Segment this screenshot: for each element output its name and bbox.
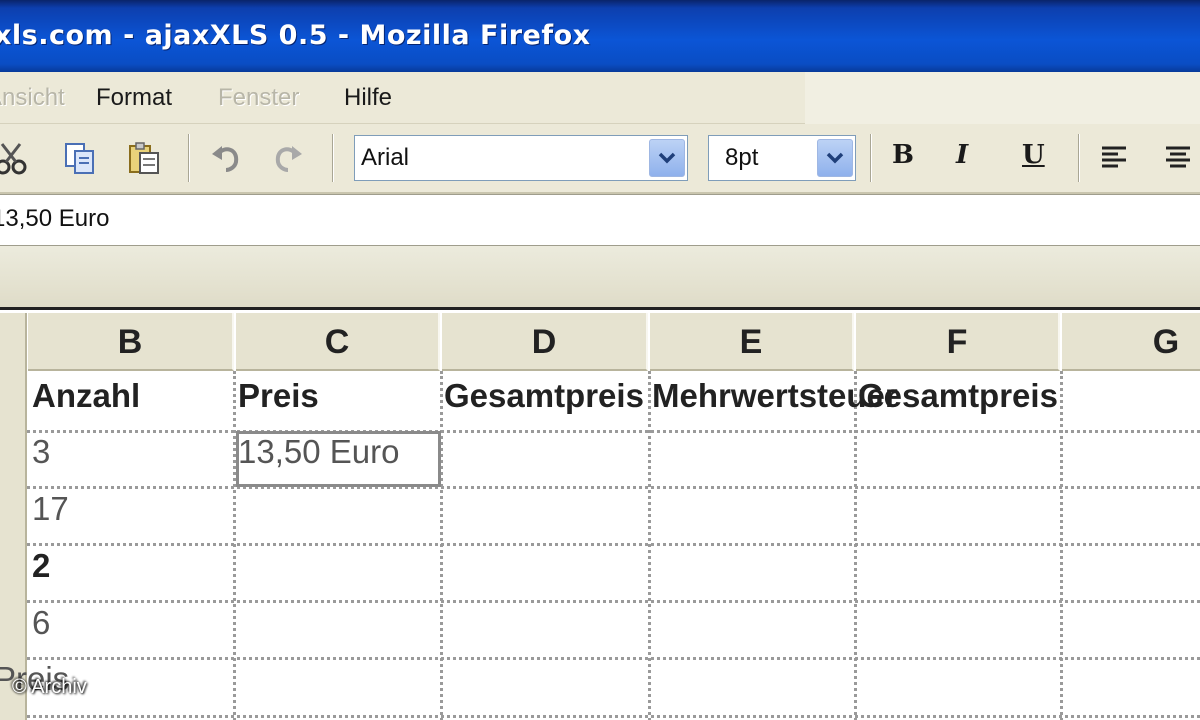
copy-button[interactable]: [60, 138, 100, 178]
align-center-button[interactable]: [1158, 138, 1198, 178]
toolbar-separator: [332, 134, 334, 182]
grid-line: [27, 715, 1200, 718]
align-left-button[interactable]: [1094, 138, 1134, 178]
toolbar: Arial 8pt B I U: [0, 124, 1200, 194]
spreadsheet-grid[interactable]: B C D E F G Anzahl Preis Gesamtpreis Meh…: [0, 313, 1200, 720]
menu-bar-filler: [805, 72, 1200, 124]
selected-cell-outline: [236, 431, 441, 487]
cut-icon: [0, 143, 27, 175]
redo-icon: [275, 146, 302, 172]
size-dropdown-button[interactable]: [817, 139, 853, 177]
column-header-g[interactable]: G: [1062, 313, 1200, 371]
menu-item-fenster[interactable]: Fenster: [218, 84, 299, 112]
toolbar-separator: [1078, 134, 1080, 182]
column-header-f[interactable]: F: [856, 313, 1060, 371]
formula-input[interactable]: 13,50 Euro: [0, 205, 109, 233]
bold-button[interactable]: B: [892, 140, 914, 170]
column-header-d[interactable]: D: [442, 313, 648, 371]
grid-line: [27, 600, 1200, 603]
copyright-watermark: © Archiv: [12, 676, 87, 698]
paste-button[interactable]: [124, 138, 164, 178]
grid-line: [27, 430, 1200, 433]
paste-icon: [129, 142, 159, 174]
font-family-select[interactable]: Arial: [354, 135, 688, 181]
cell-b3[interactable]: 17: [32, 490, 69, 528]
formula-bar[interactable]: 13,50 Euro: [0, 194, 1200, 246]
align-left-icon: [1102, 146, 1126, 168]
toolbar-separator: [188, 134, 190, 182]
cell-c1[interactable]: Preis: [238, 377, 319, 415]
underline-button[interactable]: U: [1022, 140, 1045, 170]
chevron-down-icon: [658, 152, 676, 164]
cut-button[interactable]: [0, 138, 32, 178]
font-size-select[interactable]: 8pt: [708, 135, 856, 181]
font-dropdown-button[interactable]: [649, 139, 685, 177]
sheet-tab-strip: [0, 246, 1200, 310]
cell-b1[interactable]: Anzahl: [32, 377, 140, 415]
chevron-down-icon: [826, 152, 844, 164]
italic-button[interactable]: I: [956, 140, 968, 170]
column-header-b[interactable]: B: [28, 313, 234, 371]
cell-f1[interactable]: Gesamtpreis: [858, 377, 1058, 415]
menu-item-hilfe[interactable]: Hilfe: [344, 84, 392, 112]
menu-bar: Ansicht Format Fenster Hilfe: [0, 72, 1200, 124]
menu-item-ansicht[interactable]: Ansicht: [0, 84, 65, 112]
grid-line: [27, 657, 1200, 660]
cell-b2[interactable]: 3: [32, 433, 50, 471]
font-family-value: Arial: [361, 144, 410, 171]
copy-icon: [65, 143, 94, 174]
grid-line: [27, 543, 1200, 546]
row-header-strip: [0, 313, 27, 720]
column-header-c[interactable]: C: [236, 313, 440, 371]
cell-b4[interactable]: 2: [32, 547, 50, 585]
align-center-icon: [1166, 146, 1190, 168]
font-size-value: 8pt: [725, 144, 759, 171]
column-header-e[interactable]: E: [650, 313, 854, 371]
toolbar-separator: [870, 134, 872, 182]
window-title: xls.com - ajaxXLS 0.5 - Mozilla Firefox: [0, 20, 591, 51]
undo-button[interactable]: [206, 138, 246, 178]
menu-item-format[interactable]: Format: [96, 84, 172, 112]
window-titlebar[interactable]: xls.com - ajaxXLS 0.5 - Mozilla Firefox: [0, 0, 1200, 72]
undo-icon: [212, 146, 239, 172]
cell-d1[interactable]: Gesamtpreis: [444, 377, 644, 415]
cell-b5[interactable]: 6: [32, 604, 50, 642]
redo-button[interactable]: [268, 138, 308, 178]
grid-line: [27, 486, 1200, 489]
